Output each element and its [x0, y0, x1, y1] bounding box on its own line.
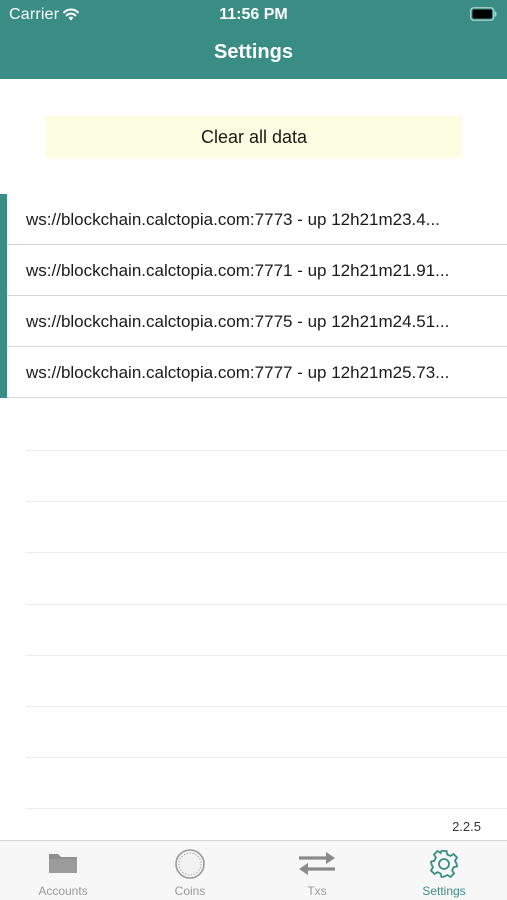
- empty-row-separator: [26, 450, 507, 451]
- node-url: ws://blockchain.calctopia.com:7773 - up …: [26, 210, 440, 229]
- gear-icon: [429, 849, 459, 879]
- empty-row-separator: [26, 706, 507, 707]
- tab-label: Accounts: [38, 884, 88, 898]
- transfer-arrows-icon: [299, 852, 335, 875]
- tab-label: Txs: [307, 884, 327, 898]
- tab-label: Coins: [174, 884, 206, 898]
- folder-icon: [49, 854, 77, 873]
- node-status-marker: [0, 347, 7, 398]
- empty-row-separator: [26, 757, 507, 758]
- node-status-marker: [0, 296, 7, 347]
- empty-row-separator: [26, 552, 507, 553]
- empty-row-separator: [26, 604, 507, 605]
- tab-label: Settings: [422, 884, 466, 898]
- coin-icon: [175, 849, 205, 879]
- tab-settings[interactable]: Settings: [381, 841, 507, 900]
- node-status-marker: [0, 194, 7, 245]
- node-url: ws://blockchain.calctopia.com:7775 - up …: [26, 312, 450, 331]
- node-url: ws://blockchain.calctopia.com:7777 - up …: [26, 363, 450, 382]
- node-list: ws://blockchain.calctopia.com:7773 - up …: [0, 194, 507, 398]
- app-version: 2.2.5: [452, 819, 481, 834]
- empty-row-separator: [26, 808, 507, 809]
- navigation-header: Carrier 11:56 PM Settings: [0, 0, 507, 79]
- node-url: ws://blockchain.calctopia.com:7771 - up …: [26, 261, 450, 280]
- tab-txs[interactable]: Txs: [254, 841, 380, 900]
- clear-all-data-button[interactable]: Clear all data: [46, 116, 462, 158]
- status-bar: Carrier 11:56 PM: [0, 0, 507, 30]
- node-row[interactable]: ws://blockchain.calctopia.com:7773 - up …: [0, 194, 507, 245]
- battery-icon: [470, 7, 497, 21]
- node-status-marker: [0, 245, 7, 296]
- node-row[interactable]: ws://blockchain.calctopia.com:7771 - up …: [0, 245, 507, 296]
- node-row[interactable]: ws://blockchain.calctopia.com:7775 - up …: [0, 296, 507, 347]
- empty-row-separator: [26, 501, 507, 502]
- tab-accounts[interactable]: Accounts: [0, 841, 126, 900]
- settings-screen: Carrier 11:56 PM Settings Clear all data…: [0, 0, 507, 900]
- tab-coins[interactable]: Coins: [127, 841, 253, 900]
- empty-row-separator: [26, 655, 507, 656]
- status-time: 11:56 PM: [219, 6, 288, 23]
- tab-bar: Accounts Coins Txs Settings: [0, 840, 507, 900]
- node-row[interactable]: ws://blockchain.calctopia.com:7777 - up …: [0, 347, 507, 398]
- page-title: Settings: [214, 41, 293, 63]
